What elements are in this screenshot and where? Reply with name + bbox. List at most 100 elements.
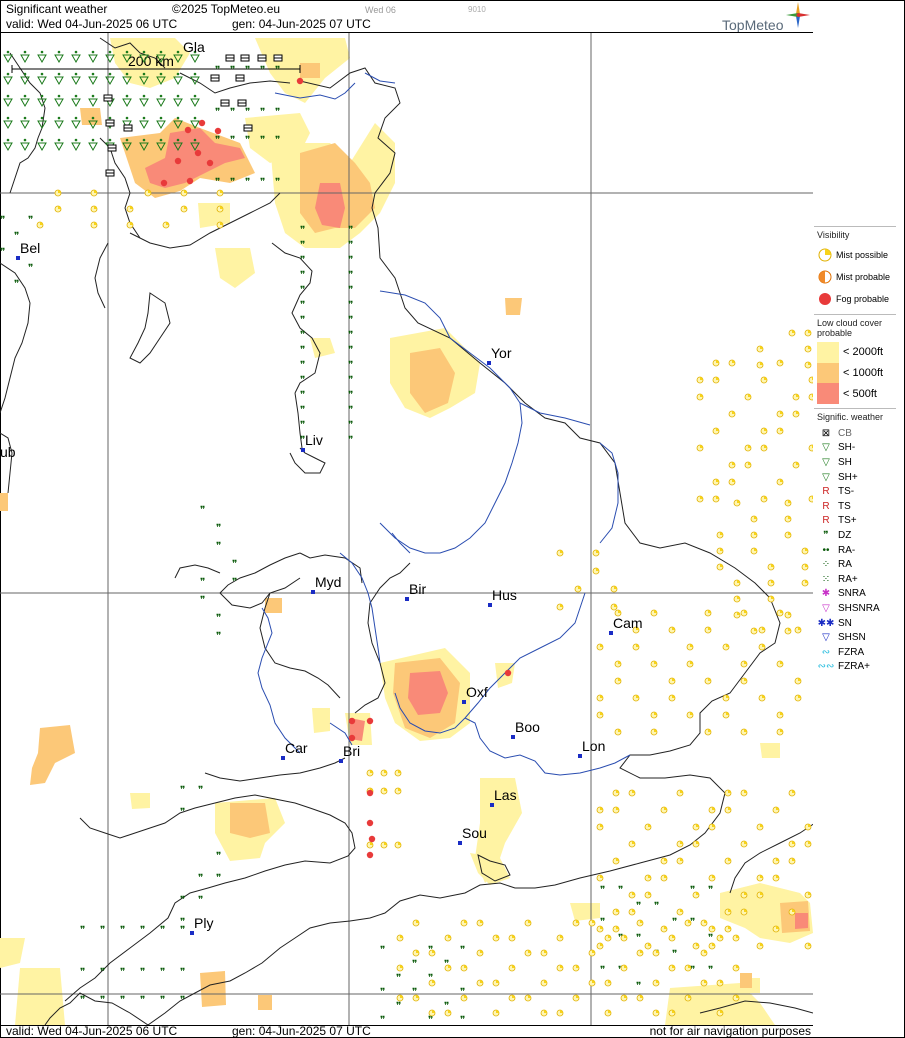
topmeteo-logo[interactable]: TopMeteo [720,2,812,33]
svg-text:❞: ❞ [160,967,165,978]
shower-icon [20,120,30,130]
svg-text:❞: ❞ [636,901,641,912]
city-label-las[interactable]: Las [490,787,517,807]
svg-text:❞: ❞ [80,995,85,1006]
legend-weather-row: ⁙ RA+ [817,572,896,587]
weather-map[interactable]: 200 km ❞ ❞ ❞ ❞ ❞ ❞ ❞ ❞ ❞ ❞ ❞ ❞ ❞ ❞ ❞ ❞ ❞ ❞ ❞ ❞ ❞ ❞ ❞ ❞ ❞ ❞ ❞ ❞ ❞ ❞ ❞ ❞ ❞… [0,32,813,1026]
city-marker [458,841,462,845]
header: Significant weather ©2025 TopMeteo.eu We… [0,0,813,33]
svg-text:❞: ❞ [672,949,677,960]
shower-icon [3,142,13,152]
city-label-sou[interactable]: Sou [458,825,487,845]
svg-text:❞: ❞ [180,967,185,978]
cloud-500-label: < 500ft [843,387,877,400]
svg-text:❞: ❞ [160,995,165,1006]
svg-text:❞: ❞ [245,135,250,146]
svg-text:❞: ❞ [348,285,353,296]
city-label-hus[interactable]: Hus [488,587,517,607]
city-label-gla[interactable]: Gla [183,39,205,55]
svg-text:❞: ❞ [120,995,125,1006]
svg-text:❞: ❞ [230,135,235,146]
svg-text:❞: ❞ [230,107,235,118]
shower-icon [54,54,64,64]
city-label-oxf[interactable]: Oxf [462,684,488,704]
city-label-boo[interactable]: Boo [511,719,540,739]
svg-text:❞: ❞ [396,973,401,984]
svg-text:❞: ❞ [275,65,280,76]
svg-text:❞: ❞ [460,945,465,956]
weather-symbol-icon: R [822,515,830,527]
city-label-car[interactable]: Car [281,740,308,760]
header-tiny-label: Wed 06 [365,5,396,15]
svg-text:❞: ❞ [215,65,220,76]
weather-symbol-icon: ▽ [822,471,830,483]
shower-icon [88,54,98,64]
svg-text:❞: ❞ [600,885,605,896]
svg-text:❞: ❞ [348,405,353,416]
city-label-myd[interactable]: Myd [311,574,341,594]
svg-text:❞: ❞ [300,375,305,386]
svg-text:❞: ❞ [275,107,280,118]
city-label-ply[interactable]: Ply [190,915,213,935]
city-label-dub[interactable]: ub [0,444,16,460]
shower-icon [3,76,13,86]
valid-time: valid: Wed 04-Jun-2025 06 UTC [6,17,178,31]
svg-text:❞: ❞ [654,901,659,912]
svg-text:❞: ❞ [348,420,353,431]
weather-symbol-icon: ⁙ [821,573,831,585]
svg-text:❞: ❞ [618,885,623,896]
svg-text:❞: ❞ [198,895,203,906]
svg-text:❞: ❞ [300,390,305,401]
legend-visibility-title: Visibility [817,230,850,240]
legend-low-cloud: Low cloud cover probable < 2000ft < 1000… [814,314,896,408]
svg-text:❞: ❞ [348,225,353,236]
svg-text:❞: ❞ [348,315,353,326]
svg-text:❞: ❞ [245,65,250,76]
legend-weather-row: ∾ FZRA [817,645,896,660]
shower-icon [139,120,149,130]
scale-label: 200 km [128,53,174,69]
svg-text:❞: ❞ [28,215,33,226]
svg-text:❞: ❞ [200,595,205,606]
shower-icon [20,142,30,152]
svg-text:❞: ❞ [348,300,353,311]
shower-icon [156,120,166,130]
svg-text:❞: ❞ [348,360,353,371]
legend-mist-possible: Mist possible [817,244,896,266]
svg-text:❞: ❞ [180,785,185,796]
svg-text:❞: ❞ [216,873,221,884]
city-label-yor[interactable]: Yor [487,345,512,365]
svg-text:❞: ❞ [216,613,221,624]
svg-text:❞: ❞ [200,505,205,516]
weather-symbol-icon: ⁘ [821,559,831,571]
shower-icon [71,120,81,130]
shower-icon [54,142,64,152]
city-marker [339,759,343,763]
city-label-bel[interactable]: Bel [16,240,40,260]
city-label-lon[interactable]: Lon [578,738,605,758]
shower-icon [88,76,98,86]
shower-icon [37,142,47,152]
svg-text:❞: ❞ [348,270,353,281]
svg-text:❞: ❞ [636,981,641,992]
legend-mist-probable: Mist probable [817,266,896,288]
city-label-cam[interactable]: Cam [609,615,643,635]
svg-text:❞: ❞ [120,967,125,978]
svg-text:❞: ❞ [260,177,265,188]
city-marker [462,700,466,704]
cloud-1000-swatch [817,362,839,384]
city-label-bri[interactable]: Bri [339,743,360,763]
city-label-liv[interactable]: Liv [301,432,323,452]
svg-text:❞: ❞ [300,420,305,431]
svg-text:❞: ❞ [198,785,203,796]
svg-text:❞: ❞ [180,995,185,1006]
legend-fog-probable: Fog probable [817,288,896,310]
shower-icon [190,54,200,64]
city-marker [405,597,409,601]
city-label-bir[interactable]: Bir [405,581,426,601]
svg-text:❞: ❞ [232,577,237,588]
svg-text:❞: ❞ [216,523,221,534]
city-marker [16,256,20,260]
shower-icon [88,98,98,108]
svg-text:❞: ❞ [348,345,353,356]
